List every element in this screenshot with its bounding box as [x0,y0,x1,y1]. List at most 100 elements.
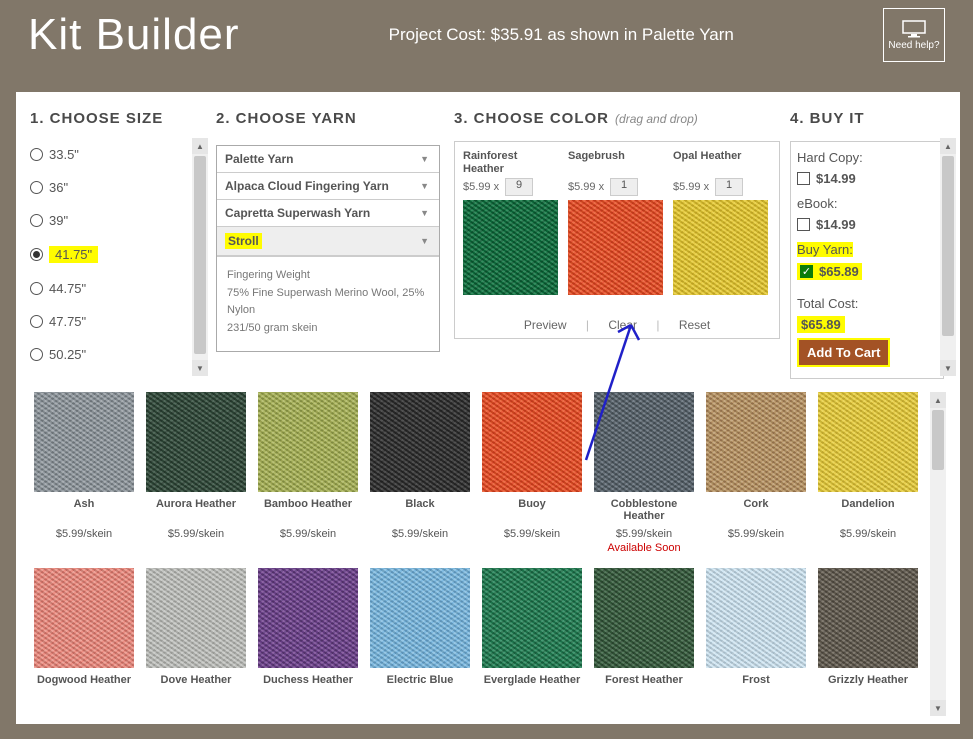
color-swatch[interactable] [463,200,558,295]
palette-scrollbar[interactable]: ▲ ▼ [930,392,946,716]
step1-scrollbar[interactable]: ▲ ▼ [192,138,208,376]
size-option[interactable]: 41.75" [30,246,200,263]
availability-label: Available Soon [607,542,680,554]
scroll-thumb[interactable] [194,156,206,354]
quantity-input[interactable]: 9 [505,178,533,196]
palette-item[interactable]: Dogwood Heather [34,568,134,700]
palette-item[interactable]: Cork $5.99/skein [706,392,806,554]
size-option[interactable]: 36" [30,180,200,195]
size-option[interactable]: 44.75" [30,281,200,296]
palette-name: Dogwood Heather [37,674,131,700]
ebook-checkbox[interactable] [797,218,810,231]
slot-name: Opal Heather [673,150,768,176]
step4-scrollbar[interactable]: ▲ ▼ [940,138,956,376]
page-title: Kit Builder [28,10,240,60]
buyyarn-label: Buy Yarn: [797,242,853,257]
slot-name: Rainforest Heather [463,150,558,176]
scroll-up-icon[interactable]: ▲ [192,138,208,154]
palette-item[interactable]: Black$5.99/skein [370,392,470,554]
color-slot[interactable]: Opal Heather$5.99 x1 [673,150,768,332]
size-option[interactable]: 33.5" [30,147,200,162]
color-slot[interactable]: Sagebrush$5.99 x1 [568,150,663,332]
palette-name: Everglade Heather [484,674,581,700]
ebook-label: eBook: [797,196,937,211]
palette-swatch[interactable] [482,568,582,668]
step1-title: 1. CHOOSE SIZE [30,110,200,127]
scroll-up-icon[interactable]: ▲ [940,138,956,154]
step3-title: 3. CHOOSE COLOR [454,110,609,127]
scroll-down-icon[interactable]: ▼ [930,700,946,716]
palette-swatch[interactable] [594,392,694,492]
palette-name: Cork [743,498,768,524]
palette-item[interactable]: Aurora Heather$5.99/skein [146,392,246,554]
scroll-down-icon[interactable]: ▼ [192,360,208,376]
need-help-button[interactable]: Need help? [883,8,945,62]
palette-name: Buoy [518,498,546,524]
palette-name: Ash [74,498,95,524]
palette-swatch[interactable] [34,568,134,668]
yarn-option[interactable]: Capretta Superwash Yarn▼ [217,200,439,227]
palette-swatch[interactable] [258,568,358,668]
reset-button[interactable]: Reset [679,318,710,332]
palette-item[interactable]: Forest Heather [594,568,694,700]
palette-item[interactable]: Electric Blue [370,568,470,700]
palette-swatch[interactable] [818,568,918,668]
preview-button[interactable]: Preview [524,318,567,332]
size-option[interactable]: 50.25" [30,347,200,362]
add-to-cart-button[interactable]: Add To Cart [797,338,890,367]
yarn-option[interactable]: Alpaca Cloud Fingering Yarn▼ [217,173,439,200]
palette-item[interactable]: Dove Heather [146,568,246,700]
radio-icon [30,315,43,328]
palette-swatch[interactable] [818,392,918,492]
palette-swatch[interactable] [706,392,806,492]
palette-price: $5.99/skein [728,528,784,540]
hardcopy-checkbox[interactable] [797,172,810,185]
scroll-thumb[interactable] [932,410,944,470]
radio-icon [30,282,43,295]
palette-swatch[interactable] [146,392,246,492]
hardcopy-label: Hard Copy: [797,150,937,165]
size-option[interactable]: 47.75" [30,314,200,329]
palette-swatch[interactable] [258,392,358,492]
palette-name: Duchess Heather [263,674,353,700]
palette-item[interactable]: Frost [706,568,806,700]
yarn-label: Alpaca Cloud Fingering Yarn [225,179,389,193]
palette-item[interactable]: Bamboo Heather$5.99/skein [258,392,358,554]
color-swatch[interactable] [673,200,768,295]
palette-swatch[interactable] [482,392,582,492]
quantity-input[interactable]: 1 [610,178,638,196]
palette-item[interactable]: Duchess Heather [258,568,358,700]
palette-price: $5.99/skein [840,528,896,540]
palette-swatch[interactable] [706,568,806,668]
buyyarn-checkbox[interactable]: ✓ [800,265,813,278]
scroll-down-icon[interactable]: ▼ [940,360,956,376]
palette-item[interactable]: Ash$5.99/skein [34,392,134,554]
color-slot[interactable]: Rainforest Heather$5.99 x9 [463,150,558,332]
palette-name: Frost [742,674,770,700]
palette-price: $5.99/skein [168,528,224,540]
palette-swatch[interactable] [594,568,694,668]
palette-item[interactable]: Everglade Heather [482,568,582,700]
size-option[interactable]: 39" [30,213,200,228]
yarn-option[interactable]: Palette Yarn▼ [217,146,439,173]
total-label: Total Cost: [797,296,937,311]
scroll-up-icon[interactable]: ▲ [930,392,946,408]
yarn-option[interactable]: Stroll▼ [217,227,439,256]
scroll-thumb[interactable] [942,156,954,336]
project-cost: Project Cost: $35.91 as shown in Palette… [389,25,734,45]
palette-swatch[interactable] [370,568,470,668]
slot-price: $5.99 x [568,181,604,193]
step4-title: 4. BUY IT [790,110,944,127]
palette-swatch[interactable] [146,568,246,668]
palette-item[interactable]: Dandelion$5.99/skein [818,392,918,554]
palette-swatch[interactable] [370,392,470,492]
palette-name: Grizzly Heather [828,674,908,700]
palette-item[interactable]: Buoy$5.99/skein [482,392,582,554]
palette-swatch[interactable] [34,392,134,492]
clear-button[interactable]: Clear [608,318,637,332]
color-swatch[interactable] [568,200,663,295]
palette-item[interactable]: Grizzly Heather [818,568,918,700]
palette-item[interactable]: Cobblestone Heather$5.99/skeinAvailable … [594,392,694,554]
quantity-input[interactable]: 1 [715,178,743,196]
palette-price: $5.99/skein [280,528,336,540]
